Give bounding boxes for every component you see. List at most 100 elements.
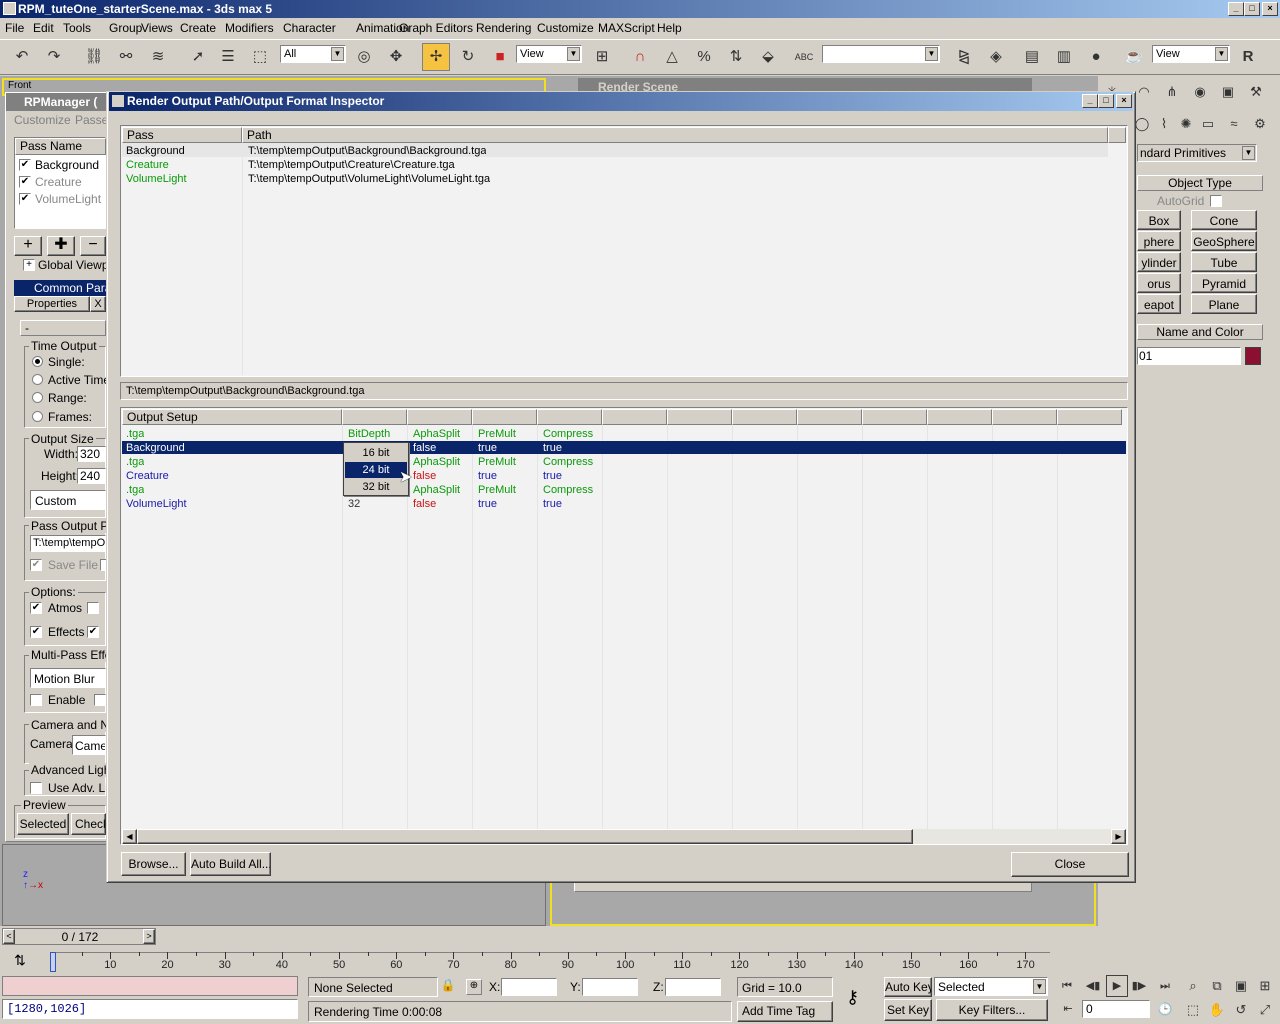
- key-mode-toggle-icon[interactable]: ⇤: [1058, 999, 1078, 1019]
- spacewarps-icon[interactable]: ≈: [1222, 112, 1246, 136]
- maxscript-listener[interactable]: [2, 976, 298, 996]
- select-link-icon[interactable]: ⛓: [82, 45, 106, 69]
- setup-cell[interactable]: Compress: [543, 427, 593, 441]
- arc-rotate-icon[interactable]: ↺: [1230, 999, 1252, 1021]
- time-slider[interactable]: < 0 / 172 >: [2, 928, 156, 945]
- systems-icon[interactable]: ⚙: [1248, 112, 1272, 136]
- move-icon[interactable]: ✢: [422, 43, 450, 71]
- pass-checkbox-volumelight[interactable]: ✔: [19, 193, 31, 205]
- setup-column-header[interactable]: [1057, 409, 1122, 425]
- time-configuration-icon[interactable]: 🕒: [1154, 999, 1176, 1019]
- setup-cell[interactable]: .tga: [126, 483, 144, 497]
- pass-path-row-path[interactable]: T:\temp\tempOutput\Creature\Creature.tga: [248, 158, 455, 172]
- setup-column-header[interactable]: [862, 409, 927, 425]
- window-crossing-icon[interactable]: ◎: [352, 45, 376, 69]
- box-button[interactable]: Box: [1137, 210, 1181, 230]
- tube-button[interactable]: Tube: [1191, 252, 1257, 272]
- pass-column-header[interactable]: Pass: [122, 127, 242, 143]
- unlink-icon[interactable]: ⚯: [114, 45, 138, 69]
- track-bar-toggle-icon[interactable]: ⇅: [10, 952, 30, 970]
- lights-icon[interactable]: ✺: [1174, 112, 1198, 136]
- setup-cell[interactable]: Compress: [543, 483, 593, 497]
- select-by-name-icon[interactable]: ☰: [216, 45, 240, 69]
- selected-setup-row[interactable]: [122, 441, 1126, 454]
- pass-output-path-input[interactable]: T:\temp\tempO: [30, 535, 106, 552]
- maximize-viewport-icon[interactable]: ⤢: [1254, 999, 1276, 1021]
- align-icon[interactable]: ◈: [984, 45, 1008, 69]
- auto-key-button[interactable]: Auto Key: [884, 977, 932, 997]
- cone-button[interactable]: Cone: [1191, 210, 1257, 230]
- y-coord-input[interactable]: [582, 978, 638, 996]
- close-rollout-tab[interactable]: X: [90, 296, 106, 312]
- pass-path-row-pass[interactable]: VolumeLight: [126, 172, 187, 186]
- setup-column-header[interactable]: [667, 409, 732, 425]
- manipulate-icon[interactable]: ✥: [384, 45, 408, 69]
- pass-path-row-pass[interactable]: Creature: [126, 158, 169, 172]
- object-color-swatch[interactable]: [1245, 347, 1261, 365]
- render-scene-icon[interactable]: ☕: [1122, 45, 1146, 69]
- duplicate-pass-button[interactable]: ✚: [47, 236, 75, 256]
- next-frame-arrow[interactable]: >: [143, 929, 155, 944]
- maximize-button[interactable]: □: [1244, 2, 1260, 16]
- pyramid-button[interactable]: Pyramid: [1191, 273, 1257, 293]
- pass-path-row-path[interactable]: T:\temp\tempOutput\Background\Background…: [248, 144, 486, 158]
- setup-cell[interactable]: true: [543, 469, 562, 483]
- rpm-tab-customize[interactable]: Customize: [14, 113, 71, 127]
- menu-character[interactable]: Character: [283, 21, 336, 35]
- setup-cell[interactable]: AphaSplit: [413, 427, 460, 441]
- save-file-checkbox[interactable]: ✔: [30, 559, 42, 571]
- output-setup-header[interactable]: Output Setup: [122, 409, 342, 425]
- selection-filter-dropdown[interactable]: All ▼: [280, 45, 346, 63]
- zoom-all-icon[interactable]: ⧉: [1206, 975, 1228, 997]
- torus-button[interactable]: orus: [1137, 273, 1181, 293]
- inspector-close-dialog-button[interactable]: Close: [1011, 852, 1129, 877]
- browse-button[interactable]: Browse...: [121, 852, 186, 876]
- setup-cell[interactable]: PreMult: [478, 455, 516, 469]
- setup-cell[interactable]: .tga: [126, 427, 144, 441]
- setup-cell[interactable]: PreMult: [478, 483, 516, 497]
- menu-file[interactable]: File: [5, 21, 24, 35]
- absolute-mode-icon[interactable]: ⊕: [466, 979, 482, 995]
- bind-spacewarp-icon[interactable]: ≋: [146, 45, 170, 69]
- remove-pass-button[interactable]: −: [80, 236, 106, 256]
- setup-cell[interactable]: Creature: [126, 469, 169, 483]
- setup-cell[interactable]: Background: [126, 441, 185, 455]
- pass-item-volumelight[interactable]: VolumeLight: [35, 192, 101, 206]
- menu-create[interactable]: Create: [180, 21, 216, 35]
- expand-global-viewport-icon[interactable]: +: [23, 259, 35, 271]
- pass-checkbox-background[interactable]: ✔: [19, 159, 31, 171]
- quick-render-icon[interactable]: R: [1236, 45, 1260, 69]
- menu-group[interactable]: Group: [109, 21, 142, 35]
- zoom-extents-all-icon[interactable]: ⊞: [1254, 975, 1276, 997]
- bitdepth-option-16[interactable]: 16 bit: [345, 446, 407, 461]
- path-column-header[interactable]: Path: [242, 127, 1108, 143]
- set-key-button[interactable]: Set Key: [884, 999, 932, 1021]
- setup-column-header[interactable]: [342, 409, 407, 425]
- scale-icon[interactable]: ■: [488, 45, 512, 69]
- lock-selection-icon[interactable]: 🔒: [440, 978, 456, 996]
- setup-cell[interactable]: BitDepth: [348, 427, 390, 441]
- multipass-extra-checkbox[interactable]: [94, 694, 106, 706]
- menu-help[interactable]: Help: [657, 21, 682, 35]
- cylinder-button[interactable]: ylinder: [1137, 252, 1181, 272]
- zoom-extents-icon[interactable]: ▣: [1230, 975, 1252, 997]
- add-time-tag-button[interactable]: Add Time Tag: [737, 1001, 833, 1022]
- setup-cell[interactable]: AphaSplit: [413, 455, 460, 469]
- pass-path-row-path[interactable]: T:\temp\tempOutput\VolumeLight\VolumeLig…: [248, 172, 490, 186]
- material-editor-icon[interactable]: ●: [1084, 45, 1108, 69]
- bitdepth-option-24[interactable]: 24 bit: [345, 462, 407, 478]
- reference-coordinate-dropdown[interactable]: View ▼: [516, 45, 582, 63]
- setup-column-header[interactable]: [602, 409, 667, 425]
- go-to-end-icon[interactable]: ⏭: [1154, 975, 1176, 997]
- enable-checkbox[interactable]: [30, 694, 42, 706]
- setup-cell[interactable]: true: [543, 497, 562, 511]
- scroll-thumb[interactable]: [137, 829, 913, 844]
- redo-icon[interactable]: ↷: [42, 45, 66, 69]
- z-coord-input[interactable]: [665, 978, 721, 996]
- plane-button[interactable]: Plane: [1191, 294, 1257, 314]
- named-selection-dropdown[interactable]: ▼: [822, 45, 940, 63]
- schematic-view-icon[interactable]: ▥: [1052, 45, 1076, 69]
- path-field[interactable]: T:\temp\tempOutput\Background\Background…: [120, 382, 1128, 400]
- menu-tools[interactable]: Tools: [63, 21, 91, 35]
- key-filters-button[interactable]: Key Filters...: [936, 999, 1048, 1021]
